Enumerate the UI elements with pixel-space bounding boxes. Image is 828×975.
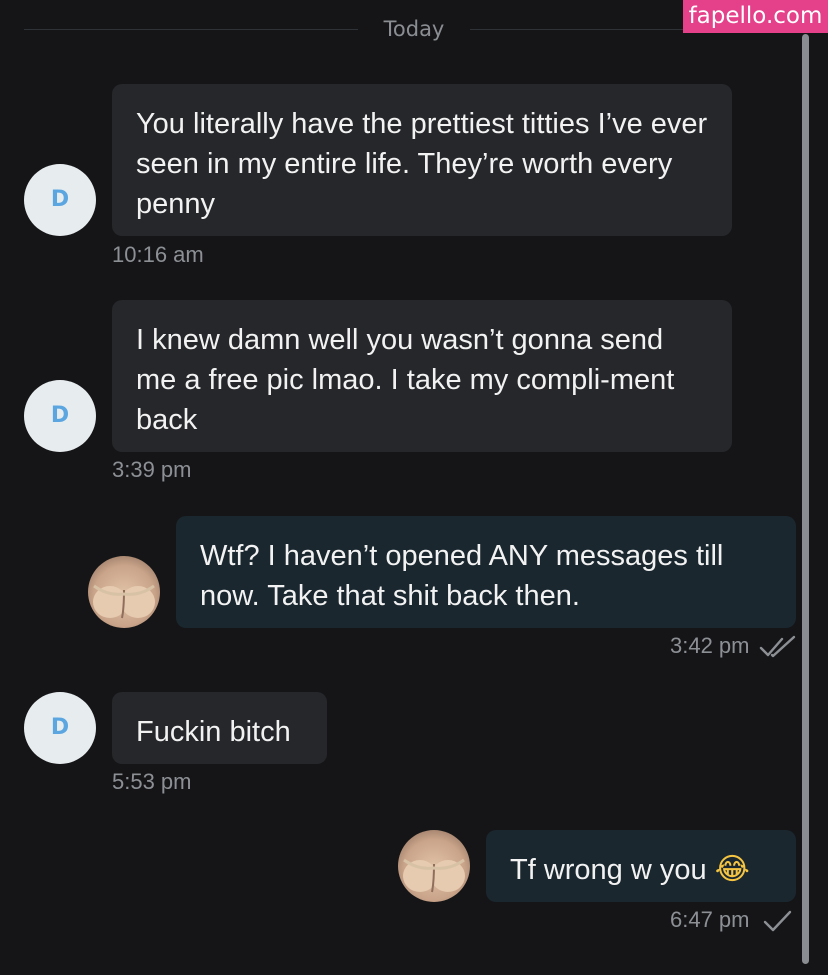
message-bubble-incoming[interactable]: You literally have the prettiest titties…: [112, 84, 732, 236]
message-timestamp: 3:39 pm: [112, 457, 192, 482]
message-bubble-outgoing[interactable]: Wtf? I haven’t opened ANY messages till …: [176, 516, 796, 628]
contact-avatar[interactable]: D: [24, 164, 96, 236]
single-check-icon: [763, 910, 792, 932]
separator-line-right: [470, 29, 690, 30]
user-avatar-image: [398, 830, 470, 902]
message-text: You literally have the prettiest titties…: [136, 108, 708, 220]
double-check-icon: [759, 635, 796, 658]
message-bubble-incoming[interactable]: Fuckin bitch: [112, 692, 327, 764]
message-timestamp: 6:47 pm: [670, 907, 750, 932]
message-bubble-outgoing[interactable]: Tf wrong w you 😂: [486, 830, 796, 902]
contact-avatar[interactable]: D: [24, 692, 96, 764]
message-text: Wtf? I haven’t opened ANY messages till …: [200, 540, 724, 612]
message-text: Tf wrong w you: [510, 854, 707, 886]
watermark-label: fapello.com: [683, 0, 828, 33]
user-avatar-photo[interactable]: [88, 556, 160, 628]
chat-view: Today fapello.com D You literally have t…: [0, 0, 828, 975]
user-avatar-photo[interactable]: [398, 830, 470, 902]
day-separator-label: Today: [383, 17, 445, 41]
user-avatar-image: [88, 556, 160, 628]
message-timestamp: 5:53 pm: [112, 769, 192, 794]
separator-line-left: [24, 29, 358, 30]
message-text: Fuckin bitch: [136, 716, 291, 748]
message-bubble-incoming[interactable]: I knew damn well you wasn’t gonna send m…: [112, 300, 732, 452]
message-text: I knew damn well you wasn’t gonna send m…: [136, 324, 675, 436]
scrollbar[interactable]: [802, 34, 809, 964]
laughing-emoji: 😂: [714, 852, 750, 887]
message-timestamp: 10:16 am: [112, 242, 204, 267]
contact-avatar[interactable]: D: [24, 380, 96, 452]
day-separator: Today: [24, 16, 784, 42]
message-timestamp: 3:42 pm: [670, 633, 750, 658]
